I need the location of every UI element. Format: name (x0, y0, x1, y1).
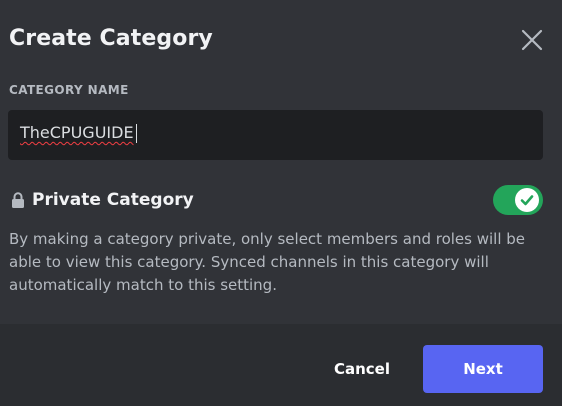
category-name-label: CATEGORY NAME (9, 83, 129, 97)
checkmark-icon (520, 195, 534, 206)
private-category-label: Private Category (32, 190, 194, 210)
private-category-description: By making a category private, only selec… (9, 230, 526, 294)
next-button[interactable]: Next (423, 345, 543, 393)
text-caret (136, 124, 137, 143)
toggle-knob (515, 188, 539, 212)
private-category-toggle[interactable] (493, 185, 543, 215)
category-name-value: TheCPUGUIDE (20, 123, 134, 142)
cancel-button[interactable]: Cancel (320, 345, 404, 393)
create-category-dialog: Create Category CATEGORY NAME TheCPUGUID… (0, 0, 562, 406)
close-icon (521, 29, 543, 51)
dialog-title: Create Category (9, 26, 213, 51)
lock-icon (12, 192, 24, 208)
dialog-body: Create Category CATEGORY NAME TheCPUGUID… (0, 0, 562, 324)
category-name-input[interactable]: TheCPUGUIDE (8, 110, 543, 160)
close-button[interactable] (520, 28, 544, 52)
